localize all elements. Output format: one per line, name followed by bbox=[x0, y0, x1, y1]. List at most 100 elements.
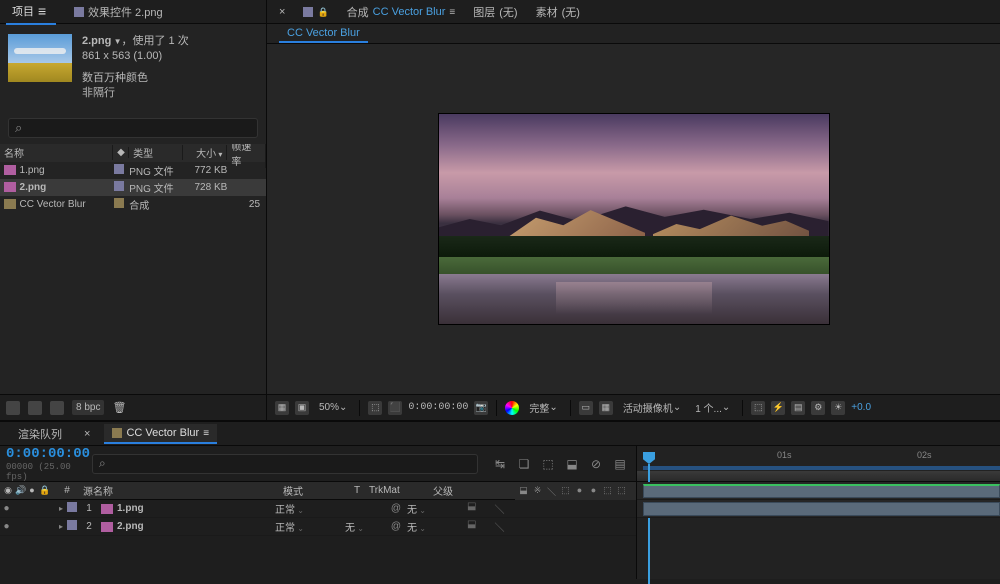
pixel-aspect-icon[interactable]: ⬚ bbox=[751, 401, 765, 415]
tab-project[interactable]: 项目 bbox=[6, 0, 56, 25]
close-tab-icon[interactable]: × bbox=[275, 4, 289, 20]
timeline-icon[interactable]: ▤ bbox=[791, 401, 805, 415]
ruler-tick: 01s bbox=[777, 450, 792, 460]
visibility-toggle[interactable] bbox=[0, 503, 13, 514]
draft-3d-icon[interactable]: ❏ bbox=[516, 456, 532, 472]
work-area-bar[interactable] bbox=[643, 466, 1000, 470]
mask-icon[interactable]: ⬛ bbox=[388, 401, 402, 415]
flowchart-icon[interactable]: ⚙ bbox=[811, 401, 825, 415]
col-mode[interactable]: 模式 bbox=[279, 483, 345, 498]
composition-panel: × 合成 CC Vector Blur 图层 (无) 素材 (无) CC Vec… bbox=[267, 0, 1000, 420]
zoom-dropdown[interactable]: 50% bbox=[315, 400, 351, 415]
comp-sub-tab[interactable]: CC Vector Blur bbox=[279, 25, 368, 43]
viewer-timecode[interactable]: 0:00:00:00 bbox=[408, 402, 468, 413]
trash-icon[interactable] bbox=[112, 401, 126, 414]
label-color-icon[interactable] bbox=[67, 520, 77, 530]
tab-timeline-comp[interactable]: CC Vector Blur bbox=[104, 424, 217, 444]
asset-dimensions: 861 x 563 (1.00) bbox=[82, 49, 189, 64]
fast-previews-icon[interactable]: ⬚ bbox=[368, 401, 382, 415]
bpc-button[interactable]: 8 bpc bbox=[72, 400, 104, 415]
col-layer-num[interactable]: # bbox=[55, 485, 79, 496]
project-search-input[interactable] bbox=[8, 118, 258, 138]
panel-menu-icon[interactable] bbox=[38, 3, 50, 19]
comp-mini-flowchart-icon[interactable]: ↹ bbox=[492, 456, 508, 472]
asset-colors: 数百万种颜色 bbox=[82, 71, 189, 86]
roi-icon[interactable]: ▭ bbox=[579, 401, 593, 415]
pickwhip-icon[interactable]: @ bbox=[389, 503, 403, 514]
tab-render-queue[interactable]: 渲染队列 bbox=[10, 423, 70, 445]
time-ruler[interactable]: 01s 02s bbox=[637, 446, 1000, 482]
interpret-footage-icon[interactable] bbox=[6, 401, 20, 415]
layer-row[interactable]: 1 1.png 正常 @ 无 ⬓ ＼ bbox=[0, 500, 636, 518]
col-parent[interactable]: 父级 bbox=[429, 483, 515, 498]
viewer-comp-tab[interactable]: 合成 CC Vector Blur bbox=[343, 2, 460, 22]
footage-icon bbox=[4, 165, 16, 175]
pickwhip-icon[interactable]: @ bbox=[389, 521, 403, 532]
project-item[interactable]: 2.png PNG 文件 728 KB bbox=[0, 179, 266, 196]
visibility-toggle[interactable] bbox=[0, 521, 13, 532]
viewer-layer-tab[interactable]: 图层 (无) bbox=[469, 2, 521, 22]
blend-mode-dropdown[interactable]: 正常 bbox=[271, 519, 323, 534]
layer-switches-header: ⬓※＼⬚●●⬚⬚ bbox=[515, 482, 636, 500]
footage-icon bbox=[101, 504, 113, 514]
trkmat-dropdown[interactable]: 无 bbox=[341, 519, 389, 534]
comp-icon bbox=[4, 199, 16, 209]
camera-dropdown[interactable]: 活动摄像机 bbox=[619, 398, 685, 417]
close-tab-icon[interactable]: × bbox=[76, 425, 98, 443]
project-item[interactable]: CC Vector Blur 合成 25 bbox=[0, 196, 266, 213]
ruler-tick: 02s bbox=[917, 450, 932, 460]
label-color-icon[interactable] bbox=[114, 181, 124, 191]
asset-thumbnail[interactable] bbox=[8, 34, 72, 82]
video-switch-icon: ◉ bbox=[3, 485, 13, 496]
lock-icon[interactable] bbox=[317, 6, 328, 18]
col-t[interactable]: T bbox=[345, 485, 369, 496]
reset-exposure-icon[interactable]: ☀ bbox=[831, 401, 845, 415]
col-size[interactable]: 大小 bbox=[183, 145, 227, 160]
label-color-icon[interactable] bbox=[114, 198, 124, 208]
motion-blur-icon[interactable]: ⊘ bbox=[588, 456, 604, 472]
asset-dropdown-icon[interactable] bbox=[111, 35, 121, 47]
composition-viewer[interactable] bbox=[267, 44, 1000, 394]
new-comp-icon[interactable] bbox=[50, 401, 64, 415]
timeline-panel: 渲染队列 × CC Vector Blur 0:00:00:00 00000 (… bbox=[0, 420, 1000, 579]
current-timecode[interactable]: 0:00:00:00 bbox=[6, 446, 80, 462]
views-dropdown[interactable]: 1 个... bbox=[691, 398, 734, 417]
col-label[interactable]: ◆ bbox=[113, 147, 129, 158]
twirl-icon[interactable] bbox=[55, 521, 67, 532]
always-preview-icon[interactable]: ▦ bbox=[275, 401, 289, 415]
twirl-icon[interactable] bbox=[55, 503, 67, 514]
asset-name: 2.png bbox=[82, 35, 111, 47]
blend-mode-dropdown[interactable]: 正常 bbox=[271, 501, 323, 516]
channel-icon[interactable] bbox=[505, 401, 519, 415]
timeline-search-input[interactable] bbox=[92, 454, 478, 474]
col-trkmat[interactable]: TrkMat bbox=[369, 485, 429, 496]
col-framerate[interactable]: 帧速率 bbox=[227, 144, 266, 168]
col-source-name[interactable]: 源名称 bbox=[79, 483, 279, 498]
resolution-dropdown[interactable]: 完整 bbox=[525, 398, 561, 417]
snapshot-icon[interactable]: 📷 bbox=[474, 401, 488, 415]
fast-preview-icon[interactable]: ⚡ bbox=[771, 401, 785, 415]
layer-row[interactable]: 2 2.png 正常 无 @ 无 ⬓ ＼ bbox=[0, 518, 636, 536]
tag-icon bbox=[112, 428, 122, 438]
shy-icon[interactable]: ⬚ bbox=[540, 456, 556, 472]
col-name[interactable]: 名称 bbox=[0, 145, 113, 160]
new-folder-icon[interactable] bbox=[28, 401, 42, 415]
viewer-footage-tab[interactable]: 素材 (无) bbox=[532, 2, 584, 22]
col-type[interactable]: 类型 bbox=[129, 145, 183, 160]
exposure-value[interactable]: +0.0 bbox=[851, 402, 871, 413]
parent-dropdown[interactable]: 无 bbox=[403, 501, 461, 516]
playhead[interactable] bbox=[643, 446, 655, 482]
label-color-icon[interactable] bbox=[67, 502, 77, 512]
project-item[interactable]: 1.png PNG 文件 772 KB bbox=[0, 162, 266, 179]
parent-dropdown[interactable]: 无 bbox=[403, 519, 461, 534]
transparency-grid-icon[interactable]: ▣ bbox=[295, 401, 309, 415]
tab-effect-controls[interactable]: 效果控件 2.png bbox=[68, 0, 169, 24]
tag-icon bbox=[74, 7, 84, 17]
grid-icon[interactable]: ▦ bbox=[599, 401, 613, 415]
layer-duration-bar[interactable] bbox=[643, 502, 1000, 516]
frame-blend-icon[interactable]: ⬓ bbox=[564, 456, 580, 472]
label-color-icon[interactable] bbox=[114, 164, 124, 174]
audio-switch-icon: 🔊 bbox=[15, 485, 25, 496]
layer-duration-bar[interactable] bbox=[643, 484, 1000, 498]
graph-editor-icon[interactable]: ▤ bbox=[612, 456, 628, 472]
